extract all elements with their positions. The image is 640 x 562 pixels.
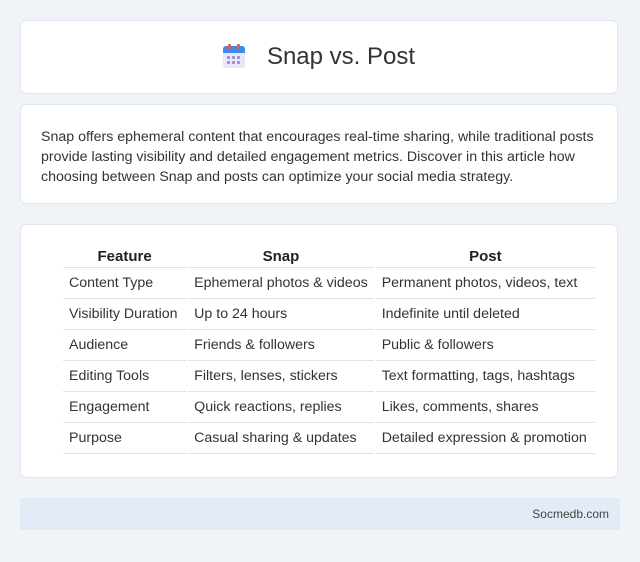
cell-feature: Visibility Duration bbox=[63, 299, 187, 330]
footer-site-link[interactable]: Socmedb.com bbox=[532, 507, 609, 521]
footer-bar: Socmedb.com bbox=[20, 498, 620, 530]
table-header-row: Feature Snap Post bbox=[63, 245, 595, 268]
table-row: Engagement Quick reactions, replies Like… bbox=[63, 392, 595, 423]
intro-card: Snap offers ephemeral content that encou… bbox=[20, 104, 618, 204]
header-feature: Feature bbox=[63, 245, 187, 268]
table-row: Editing Tools Filters, lenses, stickers … bbox=[63, 361, 595, 392]
cell-snap: Casual sharing & updates bbox=[188, 423, 374, 454]
cell-snap: Quick reactions, replies bbox=[188, 392, 374, 423]
cell-post: Detailed expression & promotion bbox=[375, 423, 595, 454]
calendar-icon bbox=[222, 44, 245, 68]
table-row: Audience Friends & followers Public & fo… bbox=[63, 330, 595, 361]
cell-snap: Friends & followers bbox=[188, 330, 374, 361]
cell-snap: Up to 24 hours bbox=[188, 299, 374, 330]
table-row: Content Type Ephemeral photos & videos P… bbox=[63, 268, 595, 299]
comparison-card: Feature Snap Post Content Type Ephemeral… bbox=[20, 224, 618, 478]
page-title: Snap vs. Post bbox=[266, 43, 416, 70]
cell-post: Likes, comments, shares bbox=[375, 392, 595, 423]
title-card: Snap vs. Post bbox=[20, 20, 618, 94]
cell-post: Indefinite until deleted bbox=[375, 299, 595, 330]
cell-post: Permanent photos, videos, text bbox=[375, 268, 595, 299]
cell-feature: Content Type bbox=[63, 268, 187, 299]
cell-feature: Editing Tools bbox=[63, 361, 187, 392]
cell-feature: Engagement bbox=[63, 392, 187, 423]
cell-feature: Purpose bbox=[63, 423, 187, 454]
title-row: Snap vs. Post bbox=[222, 43, 416, 71]
cell-post: Text formatting, tags, hashtags bbox=[375, 361, 595, 392]
cell-snap: Ephemeral photos & videos bbox=[188, 268, 374, 299]
cell-feature: Audience bbox=[63, 330, 187, 361]
header-post: Post bbox=[375, 245, 595, 268]
table-row: Purpose Casual sharing & updates Detaile… bbox=[63, 423, 595, 454]
header-snap: Snap bbox=[188, 245, 374, 268]
table-row: Visibility Duration Up to 24 hours Indef… bbox=[63, 299, 595, 330]
cell-post: Public & followers bbox=[375, 330, 595, 361]
intro-paragraph: Snap offers ephemeral content that encou… bbox=[41, 129, 594, 185]
comparison-table: Feature Snap Post Content Type Ephemeral… bbox=[61, 245, 597, 454]
cell-snap: Filters, lenses, stickers bbox=[188, 361, 374, 392]
